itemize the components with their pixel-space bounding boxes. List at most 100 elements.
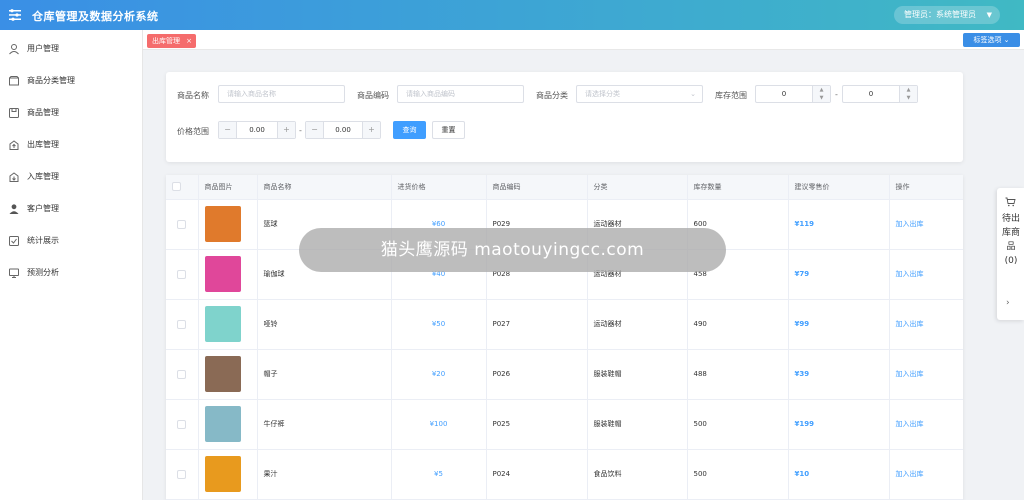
row-checkbox[interactable]: [177, 269, 187, 279]
minus-icon[interactable]: −: [219, 122, 237, 138]
row-select-cell: [166, 449, 199, 500]
product-code: P025: [486, 399, 588, 450]
product-image-cell: [198, 299, 258, 350]
watermark-banner: 猫头鹰源码 maotouyingcc.com: [299, 228, 726, 272]
product-image-cell: [198, 449, 258, 500]
user-menu[interactable]: 管理员：系统管理员 ▼: [894, 6, 1000, 24]
category-select[interactable]: 请选择分类 ⌄: [576, 85, 703, 103]
price-max-stepper[interactable]: − 0.00 +: [305, 121, 381, 139]
retail-price: ¥199: [788, 399, 890, 450]
add-to-outbound-link[interactable]: 加入出库: [889, 299, 963, 350]
stats-icon: [9, 236, 19, 246]
sidebar-item-label: 客户管理: [27, 204, 59, 213]
customer-icon: [9, 204, 19, 214]
menu-toggle-icon[interactable]: [8, 8, 22, 22]
product-name: 果汁: [257, 449, 392, 500]
product-image: [204, 356, 241, 392]
retail-price: ¥10: [788, 449, 890, 500]
chevron-right-icon[interactable]: ›: [1006, 298, 1010, 308]
add-to-outbound-link[interactable]: 加入出库: [889, 199, 963, 250]
sidebar-item-categories[interactable]: 商品分类管理: [0, 70, 143, 92]
sidebar-item-products[interactable]: 商品管理: [0, 102, 143, 124]
stock-range-label: 库存范围: [715, 91, 747, 100]
row-checkbox[interactable]: [177, 219, 187, 229]
close-icon[interactable]: ×: [186, 34, 192, 48]
sidebar-item-customers[interactable]: 客户管理: [0, 198, 143, 220]
row-checkbox[interactable]: [177, 419, 187, 429]
stock-min-input[interactable]: 0 ▲ ▼: [755, 85, 831, 103]
select-all-checkbox[interactable]: [172, 182, 181, 192]
product-table: 商品图片 商品名称 进货价格 商品编码 分类 库存数量 建议零售价 操作 篮球 ¥…: [166, 175, 963, 500]
sidebar-item-statistics[interactable]: 统计展示: [0, 230, 143, 252]
stock-max-input[interactable]: 0 ▲ ▼: [842, 85, 918, 103]
product-image: [204, 256, 241, 292]
row-select-cell: [166, 199, 199, 250]
price-min-value: 0.00: [249, 126, 265, 134]
sidebar-item-users[interactable]: 用户管理: [0, 38, 143, 60]
reset-button[interactable]: 重置: [432, 121, 465, 139]
add-to-outbound-link[interactable]: 加入出库: [889, 249, 963, 300]
sidebar-item-inbound[interactable]: 入库管理: [0, 166, 143, 188]
product-code-label: 商品编码: [357, 91, 389, 100]
product-image: [204, 206, 241, 242]
add-to-outbound-link[interactable]: 加入出库: [889, 449, 963, 500]
sidebar-item-label: 出库管理: [27, 140, 59, 149]
sidebar-item-label: 商品管理: [27, 108, 59, 117]
sidebar-item-label: 用户管理: [27, 44, 59, 53]
table-row: 帽子 ¥20 P026 服装鞋帽 488 ¥39 加入出库: [166, 349, 963, 400]
sidebar-item-label: 商品分类管理: [27, 76, 75, 85]
pending-outbound-panel[interactable]: 待出库商品(0) ›: [997, 188, 1024, 320]
range-separator: -: [835, 90, 838, 99]
category: 运动器材: [587, 299, 688, 350]
retail-price: ¥99: [788, 299, 890, 350]
plus-icon[interactable]: +: [362, 122, 380, 138]
category-placeholder: 请选择分类: [585, 90, 620, 98]
row-checkbox[interactable]: [177, 469, 187, 479]
sidebar-item-forecast[interactable]: 预测分析: [0, 262, 143, 284]
range-separator: -: [299, 126, 302, 135]
price-min-stepper[interactable]: − 0.00 +: [218, 121, 296, 139]
cost-price: ¥50: [391, 299, 487, 350]
plus-icon[interactable]: +: [277, 122, 295, 138]
chevron-down-icon: ▼: [986, 11, 992, 19]
filter-panel: 商品名称 请输入商品名称 商品编码 请输入商品编码 商品分类 请选择分类 ⌄ 库…: [166, 72, 963, 162]
tag-options-button[interactable]: 标签选项 ⌄: [963, 33, 1020, 47]
monitor-icon: [9, 268, 19, 278]
category-icon: [9, 76, 19, 86]
product-code-input[interactable]: 请输入商品编码: [397, 85, 524, 103]
stock: 500: [687, 399, 789, 450]
product-code: P026: [486, 349, 588, 400]
query-button[interactable]: 查询: [393, 121, 426, 139]
add-to-outbound-link[interactable]: 加入出库: [889, 399, 963, 450]
row-select-cell: [166, 299, 199, 350]
add-to-outbound-link[interactable]: 加入出库: [889, 349, 963, 400]
tab-label: 出库管理: [152, 37, 180, 45]
sidebar-item-outbound[interactable]: 出库管理: [0, 134, 143, 156]
chevron-down-icon: ⌄: [690, 90, 696, 98]
product-name-label: 商品名称: [177, 91, 209, 100]
product-image: [204, 456, 241, 492]
row-select-cell: [166, 249, 199, 300]
product-name-input[interactable]: 请输入商品名称: [218, 85, 345, 103]
cost-price: ¥100: [391, 399, 487, 450]
stock-min-value: 0: [781, 90, 787, 98]
stock: 500: [687, 449, 789, 500]
product-image-cell: [198, 349, 258, 400]
minus-icon[interactable]: −: [306, 122, 324, 138]
tab-outbound[interactable]: 出库管理 ×: [147, 34, 196, 48]
sidebar: 用户管理 商品分类管理 商品管理 出库管理 入库管理 客户管理 统计展示 预测分…: [0, 30, 143, 500]
row-checkbox[interactable]: [177, 319, 187, 329]
select-all-cell: [166, 175, 199, 200]
stepper-arrows-icon[interactable]: ▲ ▼: [812, 86, 830, 102]
table-row: 哑铃 ¥50 P027 运动器材 490 ¥99 加入出库: [166, 299, 963, 350]
stock: 490: [687, 299, 789, 350]
stock: 488: [687, 349, 789, 400]
product-image: [204, 306, 241, 342]
user-icon: [9, 44, 19, 55]
stepper-arrows-icon[interactable]: ▲ ▼: [899, 86, 917, 102]
product-code: P027: [486, 299, 588, 350]
user-label: 管理员：系统管理员: [904, 10, 976, 19]
sidebar-item-label: 统计展示: [27, 236, 59, 245]
retail-price: ¥79: [788, 249, 890, 300]
row-checkbox[interactable]: [177, 369, 187, 379]
